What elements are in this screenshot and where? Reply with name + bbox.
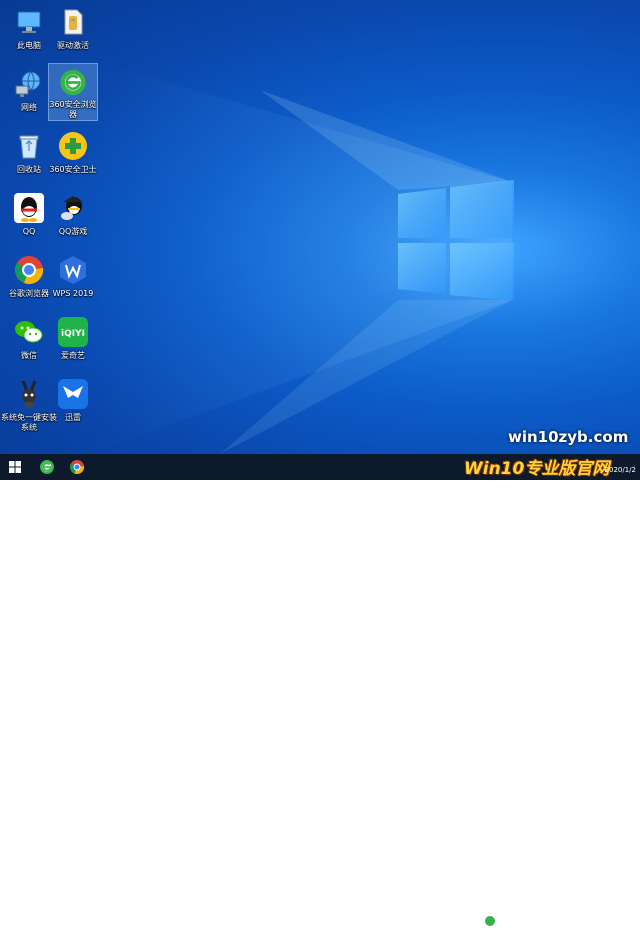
- desktop-icon-qq-game[interactable]: QQ游戏: [44, 188, 102, 237]
- desktop-icon-wps[interactable]: WPS 2019: [44, 250, 102, 299]
- icon-label: 驱动激活: [57, 41, 89, 50]
- taskbar-360-browser[interactable]: [32, 454, 62, 480]
- 360-tray-icon[interactable]: [484, 915, 496, 927]
- chevron-up-icon[interactable]: [540, 915, 552, 927]
- 360-browser-icon: [60, 69, 86, 96]
- qq-icon: [14, 193, 44, 223]
- icon-label: 回收站: [17, 165, 41, 174]
- icon-label: 爱奇艺: [61, 351, 85, 360]
- icon-label: 谷歌浏览器: [9, 289, 49, 298]
- icon-label: 网络: [21, 103, 37, 112]
- desktop: 此电脑 驱动激活 网络 360安全浏览器 回收站 360安全卫士 QQ QQ游戏…: [0, 0, 640, 454]
- taskbar-clock[interactable]: 2020/1/2: [594, 456, 636, 475]
- svg-text:iQIYI: iQIYI: [61, 329, 85, 339]
- system-installer-icon: [21, 380, 37, 408]
- icon-label: 360安全卫士: [49, 165, 97, 174]
- driver-activate-icon: [64, 9, 83, 35]
- volume-icon[interactable]: [576, 915, 588, 927]
- icon-label: 微信: [21, 351, 37, 360]
- icon-label: WPS 2019: [52, 289, 94, 298]
- network-tray-icon[interactable]: [558, 915, 570, 927]
- icon-label: 此电脑: [17, 41, 41, 50]
- chrome-icon: [15, 256, 44, 284]
- icon-label: 迅雷: [65, 413, 81, 422]
- desktop-icon-iqiyi[interactable]: iQIYI 爱奇艺: [44, 312, 102, 361]
- taskbar-chrome[interactable]: [62, 454, 92, 480]
- qq-game-icon: [61, 196, 83, 220]
- wechat-icon: [15, 321, 43, 343]
- xunlei-icon: [58, 379, 88, 409]
- desktop-icon-driver-activate[interactable]: 驱动激活: [44, 2, 102, 51]
- icon-label: QQ游戏: [58, 227, 88, 236]
- system-tray: [480, 908, 640, 934]
- 360-security-icon: [59, 132, 87, 160]
- icon-label: QQ: [22, 227, 36, 236]
- clock-date: 2020/1/2: [604, 466, 636, 474]
- desktop-icon-360-browser[interactable]: 360安全浏览器: [48, 63, 98, 121]
- wps-icon: [60, 256, 86, 284]
- watermark-site: win10zyb.com: [508, 428, 629, 446]
- icon-label: 360安全浏览器: [49, 100, 97, 119]
- recycle-bin-icon: [19, 135, 39, 159]
- start-icon: [9, 461, 21, 473]
- this-pc-icon: [17, 11, 41, 33]
- start-button[interactable]: [0, 454, 30, 480]
- chrome-icon: [70, 460, 85, 474]
- desktop-icon-xunlei[interactable]: 迅雷: [44, 374, 102, 423]
- network-icon: [15, 71, 41, 97]
- desktop-icon-360-security[interactable]: 360安全卫士: [44, 126, 102, 175]
- 360-browser-icon: [40, 460, 54, 474]
- iqiyi-icon: iQIYI: [58, 317, 88, 347]
